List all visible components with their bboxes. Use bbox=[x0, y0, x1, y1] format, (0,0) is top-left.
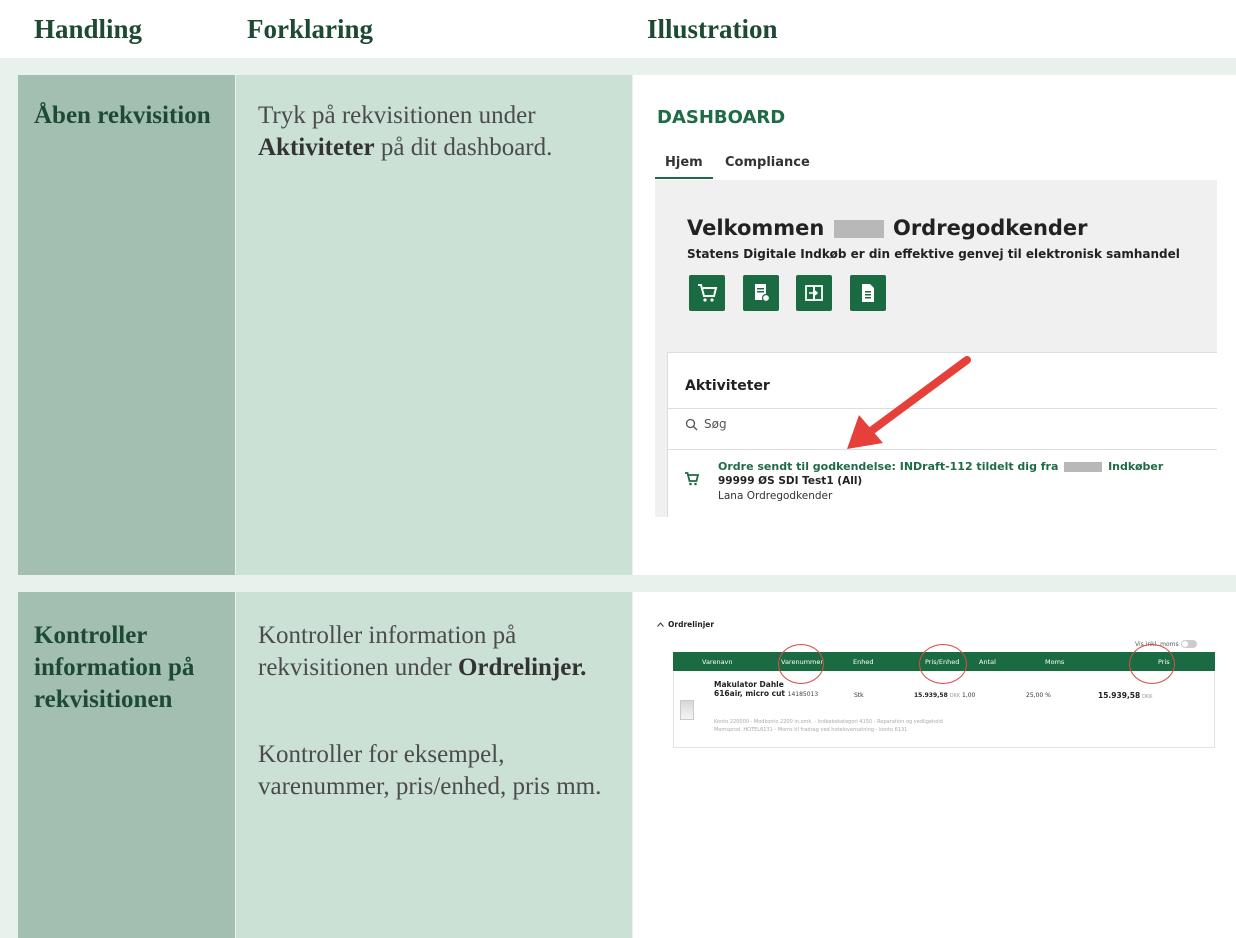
cell-pris-currency: DKK bbox=[1142, 694, 1153, 700]
dashboard-welcome-panel: Velkommen Ordregodkender Statens Digital… bbox=[655, 180, 1217, 517]
cell-moms: 25,00 % bbox=[1026, 692, 1051, 699]
activities-search[interactable]: Søg bbox=[685, 417, 727, 431]
activity-item-link[interactable]: Ordre sendt til godkendelse: INDraft-112… bbox=[718, 460, 1163, 473]
col-varenavn: Varenavn bbox=[702, 658, 733, 666]
welcome-pre: Velkommen bbox=[687, 216, 825, 240]
tab-hjem[interactable]: Hjem bbox=[665, 155, 703, 170]
order-line-meta2: Momsprod. HOTEL6131 - Moms til fradrag v… bbox=[714, 727, 908, 733]
search-icon bbox=[685, 418, 698, 430]
product-name-line2: 616air, micro cut bbox=[714, 689, 786, 698]
row1-forklaring-bold: Aktiviteter bbox=[258, 134, 375, 161]
order-lines-title: Ordrelinjer bbox=[668, 620, 715, 629]
product-number: 14185013 bbox=[787, 691, 819, 698]
cell-pris-enhed-value: 15.939,58 bbox=[914, 692, 948, 699]
chevron-up-icon bbox=[657, 622, 664, 627]
document-arrow-icon[interactable] bbox=[743, 275, 779, 311]
search-input[interactable]: Søg bbox=[704, 417, 727, 431]
row1-forklaring-pre: Tryk på rekvisitionen under bbox=[258, 102, 536, 129]
redacted-name bbox=[833, 220, 884, 238]
row2-forklaring-p1-bold: Ordrelinjer. bbox=[457, 654, 587, 681]
cart-icon bbox=[684, 471, 700, 491]
activity-line3: Lana Ordregodkender bbox=[718, 490, 833, 502]
order-lines-heading[interactable]: Ordrelinjer bbox=[657, 620, 714, 629]
activity-line1-post: Indkøber bbox=[1108, 460, 1164, 473]
header-illustration: Illustration bbox=[647, 14, 778, 44]
highlight-circle-pris-enhed bbox=[919, 644, 967, 684]
activity-line2: 99999 ØS SDI Test1 (All) bbox=[718, 475, 863, 487]
row1-handling-cell bbox=[18, 75, 235, 575]
cart-icon[interactable] bbox=[689, 275, 725, 311]
dashboard-title: DASHBOARD bbox=[657, 107, 786, 128]
dashboard-tabs: Hjem Compliance bbox=[655, 151, 1217, 179]
highlight-circle-varenummer bbox=[778, 644, 824, 684]
row2-handling-text: Kontroller information på rekvisitionen bbox=[34, 622, 195, 713]
activity-line1-pre: Ordre sendt til godkendelse: INDraft-112… bbox=[718, 460, 1059, 473]
transfer-icon[interactable] bbox=[796, 275, 832, 311]
divider bbox=[668, 408, 1217, 409]
product-image bbox=[680, 700, 694, 720]
document-icon[interactable] bbox=[850, 275, 886, 311]
order-line-meta: Konto 220000 - Modkonto 2200 in.omk. · I… bbox=[714, 718, 943, 734]
product-name-line1: Makulator Dahle bbox=[714, 680, 784, 689]
highlight-circle-pris bbox=[1129, 644, 1175, 684]
row1-handling-text: Åben rekvisition bbox=[34, 102, 211, 129]
cell-antal: 1,00 bbox=[962, 692, 976, 699]
row2-forklaring-para1: Kontroller information på rekvisitionen … bbox=[258, 620, 618, 684]
vat-toggle[interactable] bbox=[1181, 640, 1197, 648]
divider bbox=[668, 449, 1217, 450]
tab-compliance[interactable]: Compliance bbox=[725, 155, 810, 170]
row1-forklaring-post: på dit dashboard. bbox=[374, 134, 553, 161]
welcome-subtitle: Statens Digitale Indkøb er din effektive… bbox=[687, 247, 1180, 261]
activities-panel: Aktiviteter Søg Ordre sendt til godkende… bbox=[667, 352, 1217, 517]
row2-forklaring-para2: Kontroller for eksempel, varenummer, pri… bbox=[258, 741, 602, 800]
col-moms: Moms bbox=[1045, 658, 1065, 666]
activities-title: Aktiviteter bbox=[685, 378, 770, 394]
order-lines-illustration: Ordrelinjer Vis inkl. moms Varenavn Vare… bbox=[655, 614, 1217, 754]
cell-enhed: Stk bbox=[854, 692, 864, 699]
welcome-heading: Velkommen Ordregodkender bbox=[687, 216, 1088, 240]
cell-pris-enhed-currency: DKK bbox=[949, 693, 961, 699]
order-line-meta1: Konto 220000 - Modkonto 2200 in.omk. · I… bbox=[714, 719, 943, 725]
cell-pris-value: 15.939,58 bbox=[1098, 691, 1141, 700]
welcome-post: Ordregodkender bbox=[892, 216, 1088, 240]
dashboard-illustration: DASHBOARD Hjem Compliance Velkommen Ordr… bbox=[655, 97, 1217, 517]
col-enhed: Enhed bbox=[853, 658, 874, 666]
header-handling: Handling bbox=[34, 14, 143, 44]
col-antal: Antal bbox=[979, 658, 996, 666]
header-forklaring: Forklaring bbox=[247, 14, 373, 44]
redacted-name bbox=[1064, 462, 1103, 472]
cell-pris: 15.939,58 DKK bbox=[1098, 691, 1153, 700]
active-tab-indicator bbox=[655, 177, 713, 179]
table-header-row: Handling Forklaring Illustration bbox=[0, 0, 1236, 58]
row1-forklaring-text: Tryk på rekvisitionen under Aktiviteter … bbox=[258, 100, 618, 164]
cell-pris-enhed: 15.939,58 DKK bbox=[914, 692, 960, 699]
